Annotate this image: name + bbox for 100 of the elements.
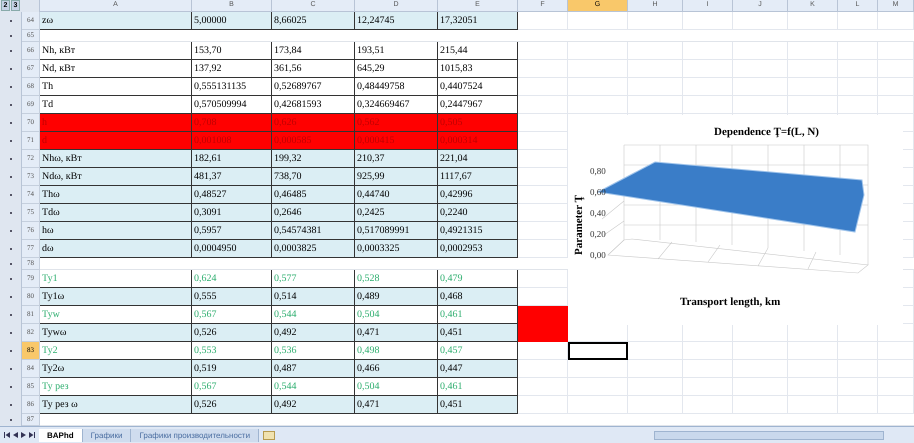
- table-cell: 0,000415: [355, 132, 438, 150]
- table-cell: 0,487: [272, 360, 355, 378]
- grid-cell: [683, 60, 733, 78]
- grid-cell: [788, 78, 838, 96]
- table-cell: dω: [40, 240, 192, 258]
- grid-cell: [733, 342, 788, 360]
- grid-cell: [788, 396, 838, 414]
- table-cell: 0,0004950: [192, 240, 272, 258]
- table-cell: 1117,67: [438, 168, 518, 186]
- grid-cell: [628, 378, 683, 396]
- grid-cell: [568, 12, 628, 30]
- table-cell: 0,567: [192, 378, 272, 396]
- table-cell: Ту рез: [40, 378, 192, 396]
- table-cell: 645,29: [355, 60, 438, 78]
- grid-cell: [628, 12, 683, 30]
- table-cell: 0,2447967: [438, 96, 518, 114]
- grid-cell: [878, 342, 914, 360]
- axis-tick-label: 0,00: [590, 250, 606, 260]
- grid-cell: [788, 12, 838, 30]
- table-cell: Thω: [40, 186, 192, 204]
- table-cell: 361,56: [272, 60, 355, 78]
- table-cell: 0,3091: [192, 204, 272, 222]
- table-cell: 0,42681593: [272, 96, 355, 114]
- grid-cell: [788, 360, 838, 378]
- table-cell: Ту рез ω: [40, 396, 192, 414]
- horizontal-scrollbar[interactable]: [654, 430, 884, 440]
- next-sheet-icon[interactable]: [21, 432, 26, 438]
- grid-cell: [788, 342, 838, 360]
- table-cell: Туwω: [40, 324, 192, 342]
- table-cell: 0,471: [355, 324, 438, 342]
- grid-cell: [683, 12, 733, 30]
- table-cell: 0,0003825: [272, 240, 355, 258]
- table-cell: 0,447: [438, 360, 518, 378]
- grid-cell: [878, 78, 914, 96]
- table-cell: 0,708: [192, 114, 272, 132]
- grid-cell: [733, 60, 788, 78]
- table-cell: 0,577: [272, 270, 355, 288]
- table-cell: 0,626: [272, 114, 355, 132]
- sheet-tab[interactable]: Графики: [82, 428, 132, 442]
- sheet-tab[interactable]: BAPhd: [39, 428, 83, 442]
- table-cell: 0,4407524: [438, 78, 518, 96]
- table-cell: 0,466: [355, 360, 438, 378]
- table-cell: Туw: [40, 306, 192, 324]
- table-cell: 0,555131135: [192, 78, 272, 96]
- table-cell: 0,528: [355, 270, 438, 288]
- x-axis-title: Transport length, km: [680, 296, 780, 308]
- table-cell: 0,46485: [272, 186, 355, 204]
- table-cell: Ту1: [40, 270, 192, 288]
- table-cell: 5,00000: [192, 12, 272, 30]
- table-cell: 0,517089991: [355, 222, 438, 240]
- grid-cell: [878, 378, 914, 396]
- table-cell: 0,4921315: [438, 222, 518, 240]
- sheet-tab[interactable]: Графики производительности: [131, 428, 260, 442]
- chart-title: Dependence Ţ=f(L, N): [714, 126, 819, 138]
- table-cell: 0,48449758: [355, 78, 438, 96]
- table-cell: zω: [40, 12, 192, 30]
- table-cell: 0,42996: [438, 186, 518, 204]
- table-cell: 0,526: [192, 396, 272, 414]
- table-cell: 0,624: [192, 270, 272, 288]
- last-sheet-icon[interactable]: [29, 432, 35, 438]
- table-cell: Ту2: [40, 342, 192, 360]
- table-cell: 0,492: [272, 324, 355, 342]
- y-axis-title: Parameter Ţ: [573, 195, 585, 255]
- table-cell: 12,24745: [355, 12, 438, 30]
- selected-cell[interactable]: [568, 342, 628, 360]
- table-cell: 0,544: [272, 378, 355, 396]
- grid-cell: [788, 378, 838, 396]
- previous-sheet-icon[interactable]: [13, 432, 18, 438]
- table-cell: 1015,83: [438, 60, 518, 78]
- table-cell: 0,544: [272, 306, 355, 324]
- table-cell: Ndω, кВт: [40, 168, 192, 186]
- table-cell: 0,570509994: [192, 96, 272, 114]
- table-cell: 0,498: [355, 342, 438, 360]
- grid-cell: [733, 12, 788, 30]
- table-cell: 0,0003325: [355, 240, 438, 258]
- table-cell: h: [40, 114, 192, 132]
- table-cell: 0,567: [192, 306, 272, 324]
- table-cell: 0,514: [272, 288, 355, 306]
- table-cell: 0,2425: [355, 204, 438, 222]
- grid-cell: [788, 42, 838, 60]
- table-cell: hω: [40, 222, 192, 240]
- table-cell: 193,51: [355, 42, 438, 60]
- table-cell: 0,504: [355, 378, 438, 396]
- grid-cell: [838, 60, 878, 78]
- table-cell: 0,505: [438, 114, 518, 132]
- first-sheet-icon[interactable]: [4, 432, 10, 438]
- grid-cell: [683, 42, 733, 60]
- grid-cell: [838, 78, 878, 96]
- table-cell: 0,5957: [192, 222, 272, 240]
- grid-cell: [838, 42, 878, 60]
- grid-cell: [628, 360, 683, 378]
- table-cell: 0,479: [438, 270, 518, 288]
- grid-cell: [628, 396, 683, 414]
- table-cell: 182,61: [192, 150, 272, 168]
- table-cell: 0,48527: [192, 186, 272, 204]
- grid-cell: [568, 396, 628, 414]
- table-cell: 0,44740: [355, 186, 438, 204]
- grid-cell: [838, 360, 878, 378]
- table-cell: 0,324669467: [355, 96, 438, 114]
- table-cell: 0,526: [192, 324, 272, 342]
